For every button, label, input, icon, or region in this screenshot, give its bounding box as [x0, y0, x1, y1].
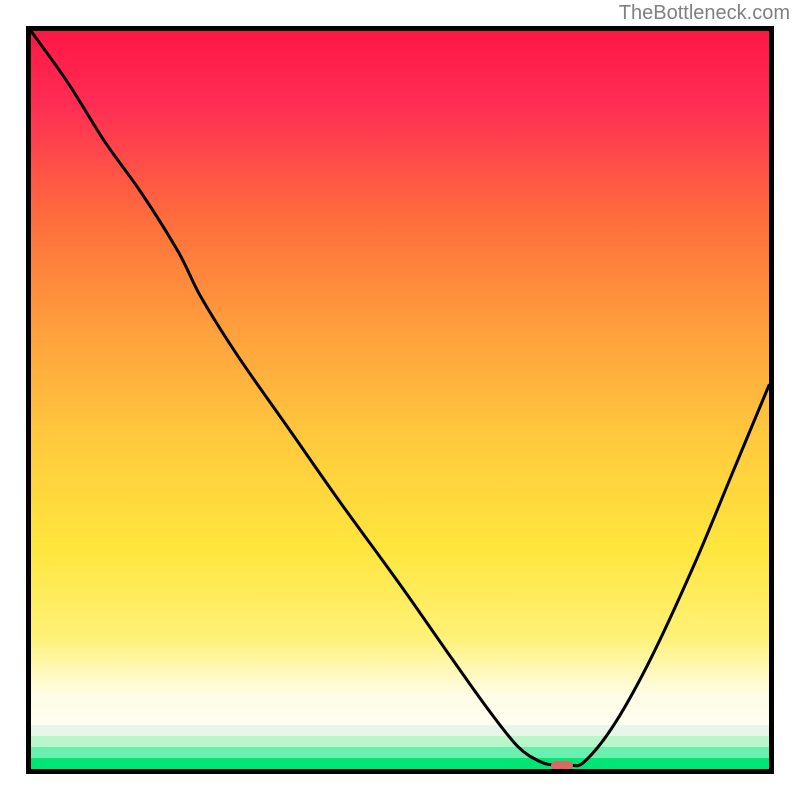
watermark-text: TheBottleneck.com	[619, 2, 790, 25]
chart-container: TheBottleneck.com	[0, 0, 800, 800]
chart-frame	[26, 26, 774, 774]
